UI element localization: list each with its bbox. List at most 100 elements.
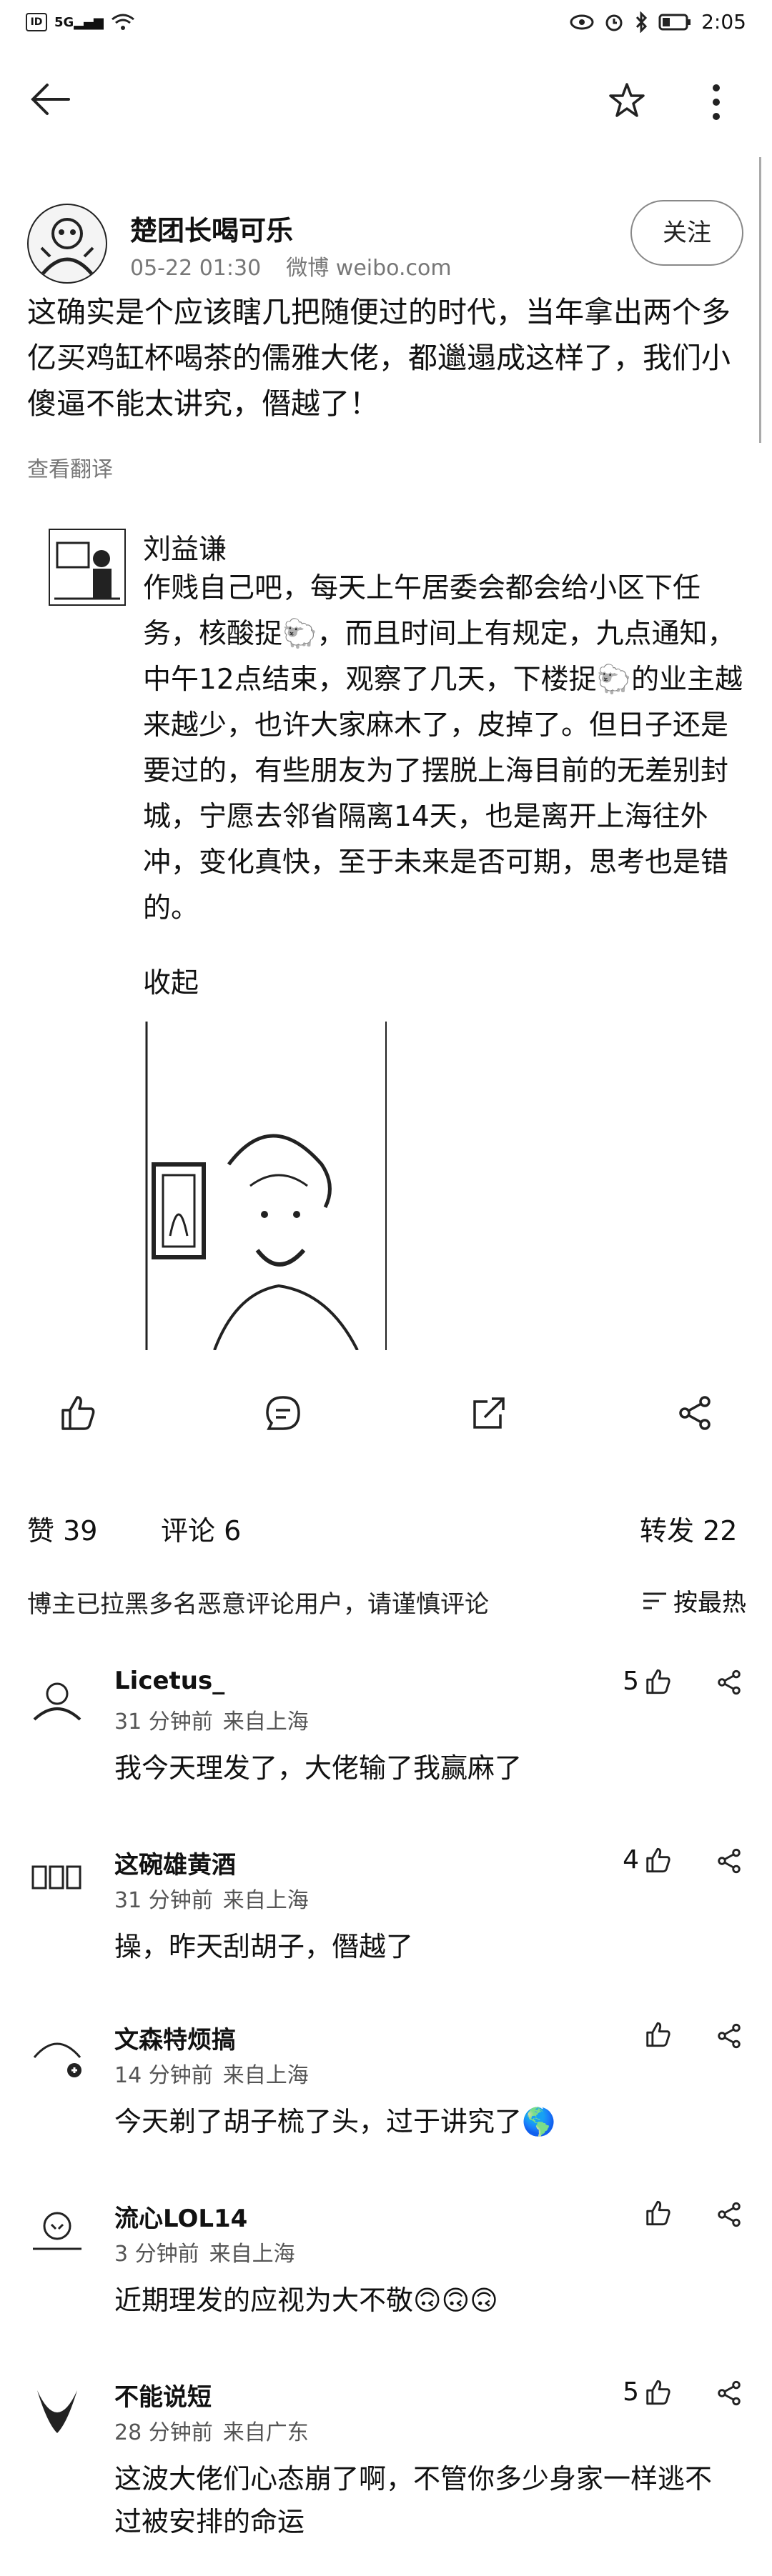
sort-button[interactable]: 按最热	[642, 1583, 746, 1618]
post-date: 05-22 01:30	[130, 256, 262, 281]
comment-time: 3 分钟前	[114, 2242, 199, 2267]
comment-avatar[interactable]	[27, 2202, 90, 2265]
forward-action[interactable]	[675, 1393, 715, 1433]
status-bar: ID 5G▂▄▆ 2:05	[0, 0, 772, 46]
forward-icon	[715, 2200, 743, 2229]
like-icon	[643, 1846, 672, 1874]
sort-label: 按最热	[673, 1589, 746, 1617]
top-toolbar	[0, 46, 772, 160]
id-icon: ID	[26, 13, 47, 31]
status-left: ID 5G▂▄▆	[26, 13, 135, 31]
comment-text: 我今天理发了，大佬输了我赢麻了	[114, 1752, 523, 1784]
quoted-text: 作贱自己吧，每天上午居委会都会给小区下任务，核酸捉🐑，而且时间上有规定，九点通知…	[143, 572, 743, 924]
comment-meta: 31 分钟前 来自上海	[114, 1882, 309, 1914]
alarm-icon	[604, 12, 624, 32]
comment-time: 31 分钟前	[114, 1709, 213, 1734]
quoted-avatar[interactable]	[49, 529, 126, 606]
sort-icon	[642, 1590, 668, 1612]
forward-icon	[715, 1668, 743, 1697]
eye-icon	[570, 14, 594, 31]
comment-avatar[interactable]	[27, 1848, 90, 1911]
comment-icon	[263, 1393, 303, 1433]
comment-text: 操，昨天刮胡子，僭越了	[114, 1931, 414, 1962]
follow-button[interactable]: 关注	[630, 200, 743, 266]
author-avatar[interactable]	[27, 204, 107, 284]
share-icon	[469, 1393, 509, 1433]
battery-icon	[658, 13, 691, 31]
comment-like-button[interactable]: 4	[623, 1845, 672, 1874]
like-icon	[643, 2020, 672, 2049]
comment-location: 来自上海	[222, 1888, 309, 1913]
comment-meta: 3 分钟前 来自上海	[114, 2236, 295, 2267]
status-time: 2:05	[701, 10, 746, 34]
comment-time: 31 分钟前	[114, 1888, 213, 1913]
forward-icon	[715, 2022, 743, 2050]
post-text: 这确实是个应该瞎几把随便过的时代，当年拿出两个多亿买鸡缸杯喝茶的儒雅大佬，都邋遢…	[27, 295, 731, 421]
status-right: 2:05	[570, 10, 746, 34]
comment-text: 这波大佬们心态崩了啊，不管你多少身家一样逃不过被安排的命运	[114, 2463, 713, 2537]
comment-author[interactable]: 这碗雄黄酒	[114, 1845, 236, 1880]
comment-item: 流心LOL14 3 分钟前 来自上海 近期理发的应视为大不敬🙃🙃🙃	[0, 2193, 772, 2357]
more-vertical-icon[interactable]	[711, 83, 721, 121]
comment-action[interactable]	[263, 1393, 303, 1433]
comment-author[interactable]: Licetus_	[114, 1667, 224, 1695]
comment-location: 来自上海	[209, 2242, 295, 2267]
comment-author[interactable]: 不能说短	[114, 2377, 212, 2412]
comment-avatar[interactable]	[27, 2380, 90, 2443]
forward-icon	[715, 1847, 743, 1875]
comment-like-button[interactable]: 5	[623, 2377, 672, 2407]
comment-author[interactable]: 文森特烦搞	[114, 2020, 236, 2055]
comment-forward-button[interactable]	[715, 2200, 743, 2229]
bluetooth-icon	[634, 11, 648, 33]
comment-location: 来自广东	[222, 2420, 309, 2445]
comment-avatar[interactable]	[27, 1669, 90, 1732]
comment-item: 这碗雄黄酒 31 分钟前 来自上海 操，昨天刮胡子，僭越了 4	[0, 1839, 772, 2004]
5g-signal-icon: 5G▂▄▆	[54, 14, 104, 30]
comment-text: 今天剃了胡子梳了头，过于讲究了🌎	[114, 2106, 556, 2137]
author-name[interactable]: 楚团长喝可乐	[130, 209, 293, 248]
comment-like-button[interactable]	[639, 2020, 672, 2049]
translate-link[interactable]: 查看翻译	[27, 451, 113, 483]
like-icon	[643, 2378, 672, 2407]
comment-item: 不能说短 28 分钟前 来自广东 这波大佬们心态崩了啊，不管你多少身家一样逃不过被安排…	[0, 2372, 772, 2537]
scrollbar[interactable]	[759, 157, 767, 443]
star-icon[interactable]	[608, 81, 646, 120]
wifi-icon	[111, 13, 135, 31]
comment-notice: 博主已拉黑多名恶意评论用户，请谨慎评论	[27, 1584, 749, 1619]
comment-location: 来自上海	[222, 1709, 309, 1734]
like-icon	[643, 2199, 672, 2227]
comment-forward-button[interactable]	[715, 2379, 743, 2407]
comment-time: 14 分钟前	[114, 2063, 213, 2088]
back-arrow-icon[interactable]	[29, 81, 71, 117]
comment-like-button[interactable]: 5	[623, 1667, 672, 1696]
comment-forward-button[interactable]	[715, 1847, 743, 1875]
comment-like-button[interactable]	[639, 2199, 672, 2227]
comment-item: Licetus_ 31 分钟前 来自上海我今天理发了，大佬输了我赢麻了 5	[0, 1661, 772, 1825]
comment-meta: 28 分钟前 来自广东	[114, 2415, 309, 2446]
collapse-link[interactable]: 收起	[143, 961, 199, 1001]
comment-like-count: 5	[623, 1667, 639, 1696]
comment-meta: 14 分钟前 来自上海	[114, 2057, 309, 2089]
quoted-image[interactable]	[143, 1022, 390, 1350]
comment-like-count: 4	[623, 1845, 639, 1874]
like-action[interactable]	[57, 1393, 97, 1433]
forward-icon	[715, 2379, 743, 2407]
comment-forward-button[interactable]	[715, 2022, 743, 2050]
like-icon	[57, 1393, 97, 1433]
comment-avatar[interactable]	[27, 2023, 90, 2086]
comment-time: 28 分钟前	[114, 2420, 213, 2445]
comment-forward-button[interactable]	[715, 1668, 743, 1697]
reposts-count[interactable]: 转发 22	[640, 1509, 737, 1548]
comment-location: 来自上海	[222, 2063, 309, 2088]
forward-icon	[675, 1393, 715, 1433]
comment-text: 近期理发的应视为大不敬🙃🙃🙃	[114, 2285, 498, 2316]
post-source: 微博 weibo.com	[286, 256, 452, 281]
comments-count[interactable]: 评论 6	[161, 1509, 241, 1548]
comment-meta: 31 分钟前 来自上海	[114, 1704, 309, 1735]
quoted-author[interactable]: 刘益谦	[143, 527, 227, 567]
comment-author[interactable]: 流心LOL14	[114, 2199, 247, 2234]
share-action[interactable]	[469, 1393, 509, 1433]
notice-text: 博主已拉黑多名恶意评论用户，请谨慎评论	[27, 1590, 489, 1619]
post-meta: 05-22 01:30 微博 weibo.com	[130, 250, 452, 281]
likes-count[interactable]: 赞 39	[27, 1509, 97, 1548]
